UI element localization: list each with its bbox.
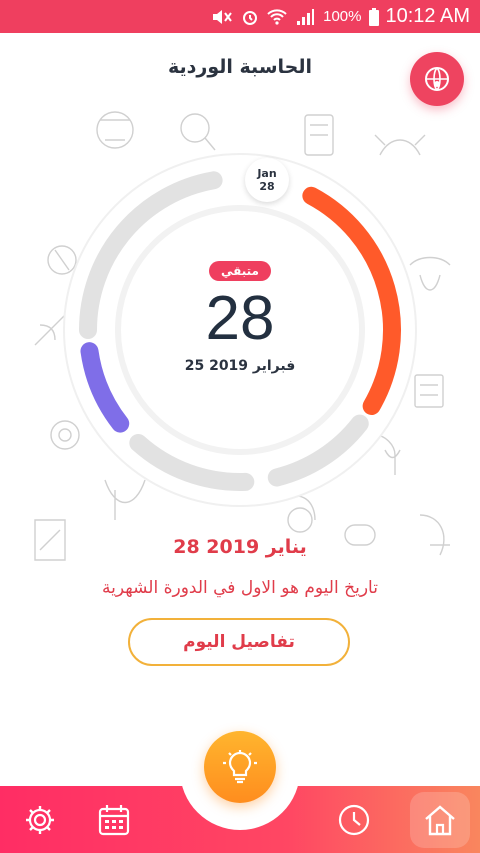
marker-day: 28 — [259, 180, 275, 193]
alarm-icon — [243, 10, 258, 25]
calendar-icon — [98, 805, 130, 836]
remaining-badge: متبقي — [208, 261, 271, 281]
battery-icon — [369, 7, 380, 26]
cycle-clock-button[interactable] — [332, 800, 376, 840]
lightbulb-icon — [223, 750, 257, 784]
settings-icon — [26, 806, 54, 834]
community-button[interactable] — [410, 52, 464, 106]
battery-percent: 100% — [323, 8, 362, 25]
signal-icon — [297, 8, 315, 25]
days-remaining: 28 — [205, 284, 275, 353]
home-button[interactable] — [418, 800, 462, 840]
tips-button[interactable] — [204, 731, 276, 803]
clock-icon — [338, 804, 370, 836]
status-bar: 100% 10:12 AM — [0, 0, 480, 33]
calendar-button[interactable] — [92, 800, 136, 840]
today-date: 28 يناير 2019 — [173, 536, 307, 558]
wifi-icon — [267, 8, 287, 25]
globe-people-icon — [425, 67, 449, 91]
marker-month: Jan — [257, 167, 277, 180]
settings-button[interactable] — [18, 800, 62, 840]
status-time: 10:12 AM — [385, 5, 470, 27]
home-icon — [425, 805, 455, 836]
today-message: تاريخ اليوم هو الاول في الدورة الشهرية — [102, 578, 378, 598]
today-marker: Jan 28 — [245, 158, 289, 202]
cycle-center: متبقي 28 25 فبراير 2019 — [140, 260, 340, 374]
today-details-button[interactable]: تفاصيل اليوم — [128, 618, 350, 666]
mute-icon — [213, 9, 232, 24]
page-title: الحاسبة الوردية — [168, 56, 312, 78]
next-period-date: 25 فبراير 2019 — [184, 358, 296, 374]
